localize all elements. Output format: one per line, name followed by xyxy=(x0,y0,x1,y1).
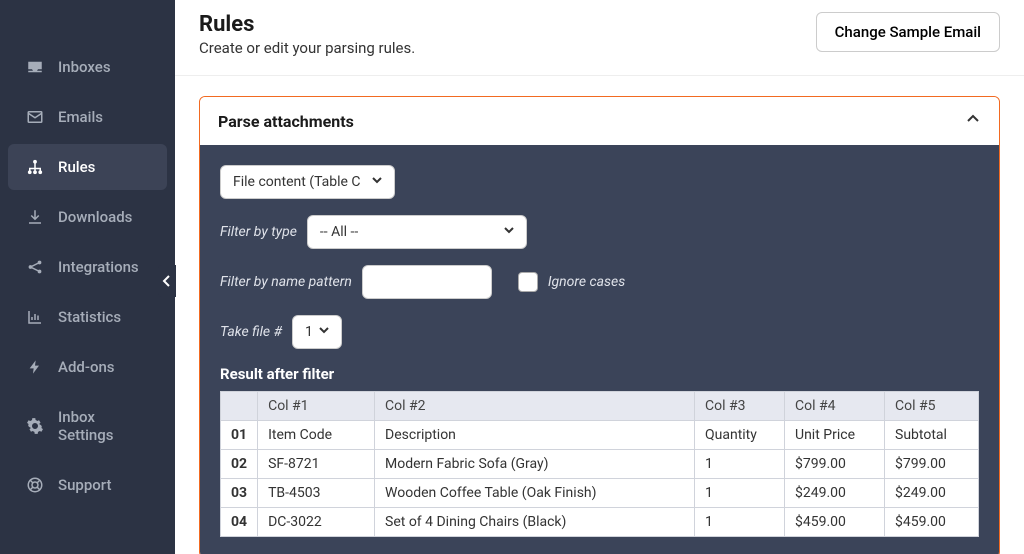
table-cell-rownum: 03 xyxy=(221,479,258,508)
panel-header[interactable]: Parse attachments xyxy=(200,97,999,145)
filter-type-label: Filter by type xyxy=(220,224,297,240)
result-after-filter-title: Result after filter xyxy=(220,365,979,383)
download-icon xyxy=(26,208,44,226)
ignore-cases-label: Ignore cases xyxy=(548,274,625,290)
sidebar-item-label: Statistics xyxy=(58,308,121,326)
table-cell-rownum: 04 xyxy=(221,508,258,537)
table-cell: 1 xyxy=(695,479,785,508)
page-title: Rules xyxy=(199,12,415,37)
table-cell: Unit Price xyxy=(785,421,885,450)
table-cell: $799.00 xyxy=(785,450,885,479)
table-cell: SF-8721 xyxy=(258,450,375,479)
sidebar-item-label: Downloads xyxy=(58,208,132,226)
table-cell: Modern Fabric Sofa (Gray) xyxy=(375,450,695,479)
table-row: 04DC-3022Set of 4 Dining Chairs (Black)1… xyxy=(221,508,979,537)
table-cell: TB-4503 xyxy=(258,479,375,508)
table-cell: $249.00 xyxy=(885,479,979,508)
result-table: Col #1 Col #2 Col #3 Col #4 Col #5 01Ite… xyxy=(220,391,979,537)
table-cell: DC-3022 xyxy=(258,508,375,537)
table-cell: Subtotal xyxy=(885,421,979,450)
table-header-col2: Col #2 xyxy=(375,392,695,421)
table-header-col3: Col #3 xyxy=(695,392,785,421)
panel-title: Parse attachments xyxy=(218,112,354,131)
table-cell-rownum: 02 xyxy=(221,450,258,479)
sidebar-item-downloads[interactable]: Downloads xyxy=(8,194,167,240)
ignore-cases-checkbox[interactable] xyxy=(518,272,538,292)
table-cell: $459.00 xyxy=(885,508,979,537)
chevron-down-icon xyxy=(502,223,516,241)
chevron-left-icon xyxy=(162,272,172,291)
table-cell: Quantity xyxy=(695,421,785,450)
table-cell: Wooden Coffee Table (Oak Finish) xyxy=(375,479,695,508)
table-cell: Set of 4 Dining Chairs (Black) xyxy=(375,508,695,537)
table-header-rownum xyxy=(221,392,258,421)
table-header-col5: Col #5 xyxy=(885,392,979,421)
table-cell: 1 xyxy=(695,450,785,479)
table-row: 02SF-8721Modern Fabric Sofa (Gray)1$799.… xyxy=(221,450,979,479)
table-cell: $459.00 xyxy=(785,508,885,537)
gear-icon xyxy=(26,417,44,435)
source-type-value: File content (Table Cells) xyxy=(233,174,360,190)
page-subtitle: Create or edit your parsing rules. xyxy=(199,39,415,57)
panel-body: File content (Table Cells) Filter by typ… xyxy=(200,145,999,554)
sidebar-item-emails[interactable]: Emails xyxy=(8,94,167,140)
filter-type-value: -- All -- xyxy=(320,224,358,240)
filter-name-label: Filter by name pattern xyxy=(220,274,352,290)
table-cell: 1 xyxy=(695,508,785,537)
source-type-select[interactable]: File content (Table Cells) xyxy=(220,165,395,199)
chevron-down-icon xyxy=(370,173,384,191)
sidebar-item-label: Integrations xyxy=(58,258,139,276)
table-cell: Description xyxy=(375,421,695,450)
take-file-value: 1 xyxy=(305,324,313,340)
sitemap-icon xyxy=(26,158,44,176)
table-row: 01Item CodeDescriptionQuantityUnit Price… xyxy=(221,421,979,450)
sidebar-item-support[interactable]: Support xyxy=(8,462,167,508)
chart-icon xyxy=(26,308,44,326)
sidebar-item-integrations[interactable]: Integrations xyxy=(8,244,167,290)
main-content: Rules Create or edit your parsing rules.… xyxy=(175,0,1024,554)
table-header-col1: Col #1 xyxy=(258,392,375,421)
sidebar: Inboxes Emails Rules Downloads Integrati… xyxy=(0,0,175,554)
filter-type-select[interactable]: -- All -- xyxy=(307,215,527,249)
page-header: Rules Create or edit your parsing rules.… xyxy=(175,0,1024,76)
bolt-icon xyxy=(26,358,44,376)
table-cell-rownum: 01 xyxy=(221,421,258,450)
filter-name-input[interactable] xyxy=(362,265,492,299)
chevron-down-icon xyxy=(317,323,331,341)
sidebar-item-label: Rules xyxy=(58,158,95,176)
take-file-select[interactable]: 1 xyxy=(292,315,342,349)
sidebar-item-label: Emails xyxy=(58,108,103,126)
lifering-icon xyxy=(26,476,44,494)
sidebar-collapse-button[interactable] xyxy=(158,265,176,297)
sidebar-item-label: Inboxes xyxy=(58,58,111,76)
envelope-icon xyxy=(26,108,44,126)
sidebar-item-inbox-settings[interactable]: Inbox Settings xyxy=(8,394,167,458)
table-cell: Item Code xyxy=(258,421,375,450)
inbox-icon xyxy=(26,58,44,76)
sidebar-item-rules[interactable]: Rules xyxy=(8,144,167,190)
sidebar-item-label: Inbox Settings xyxy=(58,408,149,444)
table-cell: $799.00 xyxy=(885,450,979,479)
share-icon xyxy=(26,258,44,276)
chevron-up-icon xyxy=(965,111,981,131)
sidebar-item-label: Add-ons xyxy=(58,358,115,376)
table-row: 03TB-4503Wooden Coffee Table (Oak Finish… xyxy=(221,479,979,508)
change-sample-email-button[interactable]: Change Sample Email xyxy=(816,12,1000,52)
sidebar-item-addons[interactable]: Add-ons xyxy=(8,344,167,390)
table-cell: $249.00 xyxy=(785,479,885,508)
sidebar-item-statistics[interactable]: Statistics xyxy=(8,294,167,340)
table-header-col4: Col #4 xyxy=(785,392,885,421)
sidebar-item-label: Support xyxy=(58,476,111,494)
take-file-label: Take file # xyxy=(220,324,282,340)
parse-attachments-panel: Parse attachments File content (Table Ce… xyxy=(199,96,1000,554)
sidebar-item-inboxes[interactable]: Inboxes xyxy=(8,44,167,90)
